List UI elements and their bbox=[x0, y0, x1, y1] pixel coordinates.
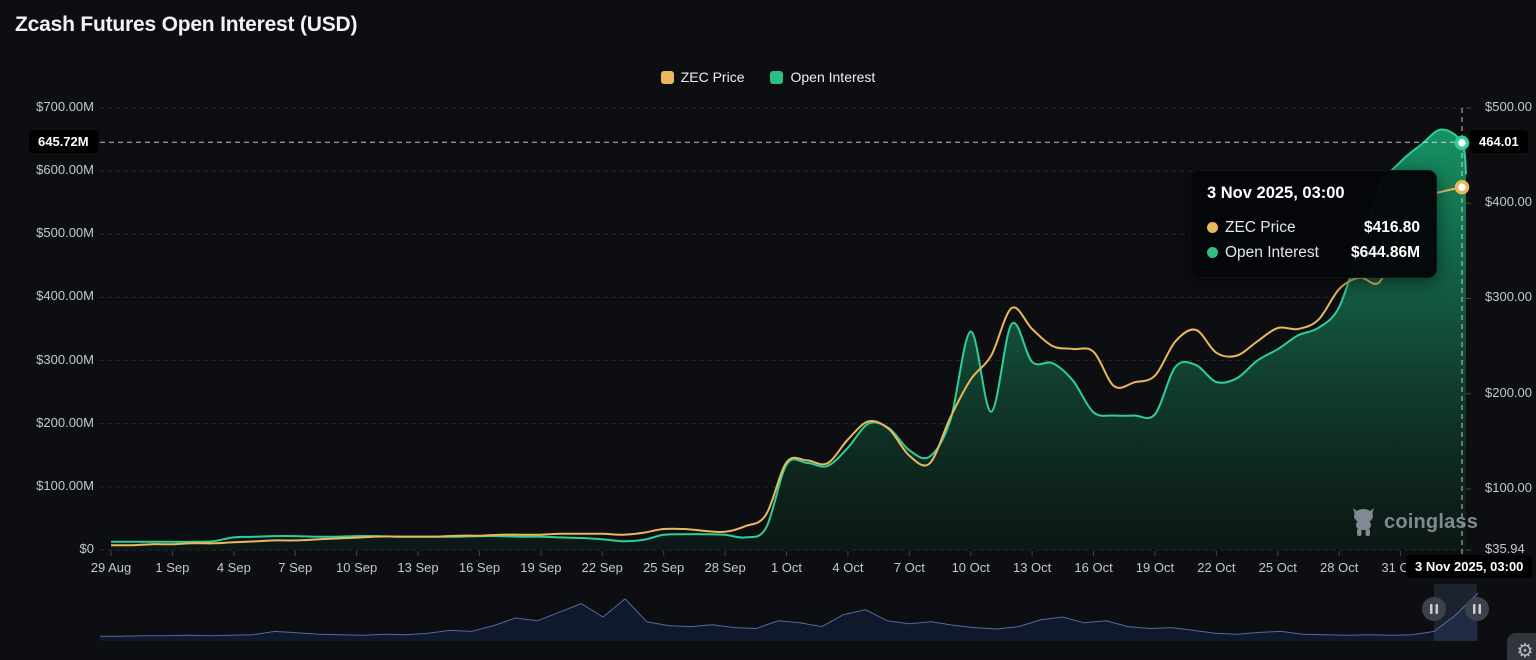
y-axis-right-tick: $400.00 bbox=[1485, 194, 1532, 210]
y-axis-left-tick: $700.00M bbox=[36, 99, 94, 114]
coinglass-bull-icon bbox=[1353, 508, 1374, 536]
x-axis-tick: 29 Aug bbox=[90, 560, 132, 575]
legend-item-open-interest[interactable]: Open Interest bbox=[770, 69, 875, 85]
y-axis-left-tick: $400.00M bbox=[36, 288, 94, 304]
zec-price-swatch-icon bbox=[660, 70, 674, 84]
chart-tooltip: 3 Nov 2025, 03:00 ZEC Price $416.80 Open… bbox=[1190, 170, 1437, 278]
x-axis-tick: 10 Sep bbox=[336, 560, 378, 575]
x-axis-tick: 19 Sep bbox=[520, 560, 562, 575]
x-axis-tick: 28 Sep bbox=[704, 560, 746, 575]
tooltip-row-open-interest: Open Interest $644.86M bbox=[1207, 240, 1420, 265]
open-interest-marker-dot bbox=[1454, 135, 1470, 151]
tooltip-value-zec-price: $416.80 bbox=[1363, 218, 1420, 236]
coinglass-watermark-text: coinglass bbox=[1384, 510, 1479, 533]
x-axis-tick: 1 Oct bbox=[770, 560, 803, 575]
y-axis-right-tick: $200.00 bbox=[1485, 384, 1532, 400]
pause-bars-icon bbox=[1430, 604, 1433, 614]
x-axis: 29 Aug 1 Sep 4 Sep 7 Sep 10 Sep 13 Sep 16 Sep 1… bbox=[0, 558, 1536, 578]
zec-price-marker-dot bbox=[1454, 179, 1470, 195]
x-axis-tick: 19 Oct bbox=[1135, 560, 1175, 575]
y-axis-left-tick: $300.00M bbox=[36, 351, 94, 367]
x-axis-tick: 7 Oct bbox=[893, 560, 925, 575]
x-axis-tick: 16 Oct bbox=[1074, 560, 1113, 575]
y-axis-left-tick: $100.00M bbox=[36, 477, 94, 493]
tooltip-date: 3 Nov 2025, 03:00 bbox=[1207, 184, 1345, 202]
coinglass-futures-chart-page: Zcash Futures Open Interest (USD) ZEC Pr… bbox=[0, 0, 1536, 660]
x-axis-tick: 22 Oct bbox=[1197, 560, 1236, 575]
crosshair-left-value: 645.72M bbox=[29, 130, 98, 154]
x-axis-tick: 4 Oct bbox=[832, 560, 864, 575]
x-axis-tick: 4 Sep bbox=[216, 560, 251, 575]
crosshair-right-value: 464.01 bbox=[1470, 130, 1528, 154]
pause-bars-icon bbox=[1473, 604, 1476, 614]
x-axis-tick: 10 Oct bbox=[951, 560, 990, 575]
chart-settings-button[interactable]: ⚙ bbox=[1507, 633, 1536, 660]
x-axis-tick: 13 Oct bbox=[1012, 560, 1052, 575]
y-axis-left-tick: $600.00M bbox=[36, 162, 94, 178]
zec-price-dot-icon bbox=[1207, 222, 1218, 233]
x-axis-tick: 25 Oct bbox=[1258, 560, 1297, 575]
x-axis-tick: 13 Sep bbox=[397, 560, 439, 575]
tooltip-row-zec-price: ZEC Price $416.80 bbox=[1207, 215, 1420, 240]
y-axis-left-tick: $200.00M bbox=[36, 414, 94, 430]
open-interest-swatch-icon bbox=[770, 70, 784, 84]
y-axis-right-tick: $35.94 bbox=[1485, 541, 1525, 556]
chart-legend: ZEC Price Open Interest bbox=[0, 69, 1536, 85]
legend-label-open-interest: Open Interest bbox=[790, 69, 876, 85]
open-interest-dot-icon bbox=[1207, 247, 1218, 258]
legend-item-zec-price[interactable]: ZEC Price bbox=[660, 69, 745, 85]
y-axis-right-tick: $500.00 bbox=[1485, 99, 1532, 114]
x-axis-tick: 1 Sep bbox=[155, 560, 190, 575]
x-axis-tick: 22 Sep bbox=[581, 560, 623, 575]
legend-label-zec-price: ZEC Price bbox=[680, 69, 745, 85]
x-axis-tick: 25 Sep bbox=[643, 560, 685, 575]
tooltip-label-zec-price: ZEC Price bbox=[1225, 218, 1296, 236]
coinglass-watermark: coinglass bbox=[1350, 507, 1478, 537]
y-axis-right-tick: $300.00 bbox=[1485, 289, 1532, 305]
y-axis-left-tick: $500.00M bbox=[36, 225, 94, 241]
x-axis-tick: 7 Sep bbox=[278, 560, 313, 575]
tooltip-label-open-interest: Open Interest bbox=[1225, 243, 1319, 261]
x-axis-tick: 16 Sep bbox=[458, 560, 501, 575]
gear-icon: ⚙ bbox=[1516, 640, 1534, 660]
y-axis-right-tick: $100.00 bbox=[1485, 479, 1532, 495]
x-axis-tick: 28 Oct bbox=[1320, 560, 1359, 575]
y-axis-left-tick: $0 bbox=[79, 541, 94, 556]
tooltip-value-open-interest: $644.86M bbox=[1351, 243, 1420, 261]
navigator-handle-left[interactable] bbox=[1422, 597, 1446, 621]
crosshair-date-value: 3 Nov 2025, 03:00 bbox=[1406, 555, 1533, 578]
